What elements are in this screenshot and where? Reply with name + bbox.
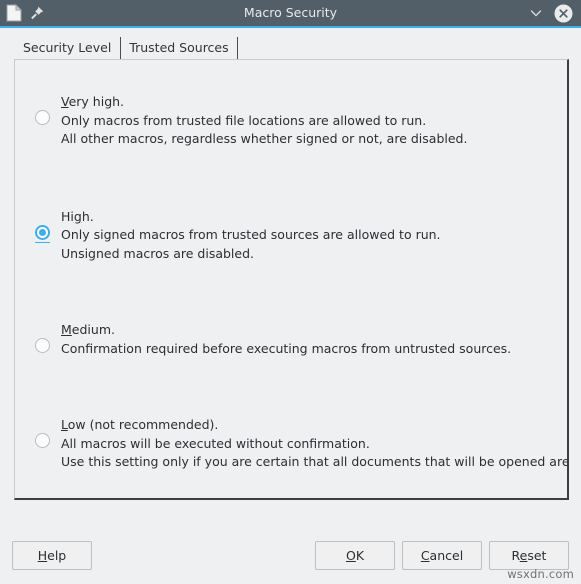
reset-button-label: set	[527, 547, 547, 563]
option-low-desc-1: All macros will be executed without conf…	[61, 435, 370, 451]
option-very-high-title: Very high.	[61, 93, 467, 112]
tab-trusted-sources-label: Trusted Sources	[129, 40, 229, 55]
chevron-down-icon[interactable]	[528, 5, 544, 21]
footer-button-group: OK Cancel Reset	[315, 540, 569, 570]
radio-very-high[interactable]	[35, 110, 50, 125]
ok-button-label: K	[355, 547, 365, 563]
document-icon	[6, 4, 22, 22]
option-very-high[interactable]: Very high. Only macros from trusted file…	[15, 92, 567, 149]
titlebar-window-controls	[528, 4, 575, 23]
option-high-title-pre: Hi	[61, 208, 74, 224]
cancel-button-accel: C	[420, 547, 430, 563]
option-low-title-rest: ow (not recommended).	[67, 417, 219, 432]
option-medium[interactable]: Medium. Confirmation required before exe…	[15, 320, 567, 358]
pin-icon[interactable]	[30, 6, 44, 20]
option-very-high-desc-1: Only macros from trusted file locations …	[61, 112, 427, 128]
option-high-title-rest: h.	[81, 208, 94, 224]
option-high-text: High. Only signed macros from trusted so…	[61, 207, 441, 264]
option-medium-text: Medium. Confirmation required before exe…	[61, 320, 511, 358]
option-medium-accel: M	[61, 322, 72, 337]
option-low-accel: L	[61, 417, 68, 432]
tab-security-level-label: Security Level	[23, 40, 112, 55]
security-level-panel: Very high. Only macros from trusted file…	[14, 59, 569, 500]
cancel-button-label: ancel	[429, 547, 464, 563]
dialog-footer: Help OK Cancel Reset	[0, 526, 581, 584]
help-button[interactable]: Help	[12, 540, 92, 570]
option-medium-desc-1: Confirmation required before executing m…	[61, 340, 512, 356]
help-button-accel: H	[37, 547, 48, 563]
ok-button[interactable]: OK	[315, 540, 395, 570]
option-high-desc-2: Unsigned macros are disabled.	[61, 245, 254, 261]
option-low-title: Low (not recommended).	[61, 416, 567, 435]
radio-medium[interactable]	[35, 338, 50, 353]
radio-low[interactable]	[35, 433, 50, 448]
tab-security-level[interactable]: Security Level	[14, 37, 120, 59]
window-title: Macro Security	[243, 5, 338, 20]
help-button-label: elp	[47, 547, 67, 563]
option-high-accel: g	[73, 208, 82, 224]
radio-group: Very high. Only macros from trusted file…	[15, 60, 567, 472]
option-low-text: Low (not recommended). All macros will b…	[61, 415, 569, 472]
option-high[interactable]: High. Only signed macros from trusted so…	[15, 207, 567, 264]
option-medium-title: Medium.	[61, 321, 511, 340]
option-low[interactable]: Low (not recommended). All macros will b…	[15, 415, 567, 472]
tab-trusted-sources[interactable]: Trusted Sources	[120, 37, 238, 60]
option-very-high-desc-2: All other macros, regardless whether sig…	[61, 131, 468, 146]
option-high-desc-1: Only signed macros from trusted sources …	[61, 227, 441, 242]
radio-high[interactable]	[35, 224, 50, 243]
option-very-high-accel: V	[61, 94, 69, 109]
option-low-desc-2: Use this setting only if you are certain…	[61, 454, 569, 469]
option-very-high-text: Very high. Only macros from trusted file…	[61, 92, 467, 149]
window-titlebar[interactable]: Macro Security	[0, 0, 581, 28]
reset-button[interactable]: Reset	[489, 540, 569, 570]
tab-bar: Security Level Trusted Sources	[14, 37, 571, 60]
titlebar-left-icons	[6, 4, 44, 22]
ok-button-accel: O	[345, 547, 356, 563]
close-icon[interactable]	[554, 4, 573, 23]
dialog-body: Security Level Trusted Sources Very high…	[0, 28, 581, 584]
option-very-high-title-rest: ery high.	[68, 94, 125, 109]
option-high-title: High.	[61, 208, 441, 227]
option-medium-title-rest: edium.	[71, 322, 115, 337]
reset-button-pre: R	[511, 547, 520, 563]
cancel-button[interactable]: Cancel	[402, 540, 482, 570]
